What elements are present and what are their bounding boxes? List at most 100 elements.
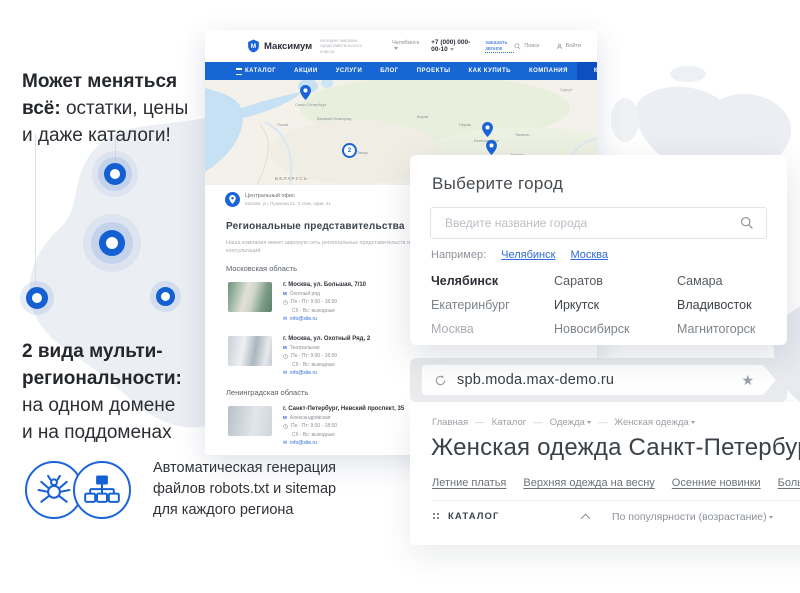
headline-line: и на поддоменах	[22, 419, 182, 446]
metro-icon: М	[283, 291, 287, 296]
city-option[interactable]: Новосибирск	[554, 322, 677, 336]
nav-item-promos[interactable]: АКЦИИ	[285, 62, 327, 80]
map-pin-icon[interactable]	[486, 140, 497, 155]
city-search-box[interactable]	[430, 207, 767, 239]
header-search[interactable]: Поиск	[514, 43, 539, 50]
mail-icon: ✉	[283, 440, 287, 446]
map-city-label: Тюмень	[515, 132, 530, 137]
office-email[interactable]: info@site.ru	[290, 370, 317, 376]
office-hours: Пн - Пт: 9:00 - 18:00	[291, 299, 337, 305]
clock-icon	[283, 300, 288, 305]
sitemap-icon	[73, 461, 131, 519]
map-cluster-badge[interactable]: 2	[342, 143, 357, 158]
city-option[interactable]: Москва	[431, 322, 554, 336]
headline-mutability: Может меняться всё: остатки, цены и даже…	[22, 68, 188, 149]
example-city-link[interactable]: Москва	[570, 249, 608, 261]
office-address: г. Санкт-Петербург, Невский проспект, 35	[283, 406, 404, 412]
feature-text-line: Автоматическая генерация	[153, 458, 336, 479]
office-hours: Сб - Вс: выходные	[292, 362, 370, 368]
refresh-icon[interactable]	[434, 374, 447, 387]
office-metro: Театральная	[290, 345, 320, 351]
nav-item-contacts[interactable]: КОНТАКТЫ	[577, 62, 597, 80]
callback-link[interactable]: заказать звонок	[485, 40, 514, 53]
nav-item-projects[interactable]: ПРОЕКТЫ	[408, 62, 460, 80]
feature-text-line: для каждого региона	[153, 500, 336, 521]
tagline-line: представительского класса	[320, 43, 362, 54]
map-pin-icon[interactable]	[482, 122, 493, 137]
map-city-label: Пермь	[459, 122, 471, 127]
city-selector[interactable]: Челябинск	[392, 40, 419, 52]
office-address: г. Москва, ул. Охотный Ряд, 2	[283, 336, 370, 342]
address-bar[interactable]: spb.moda.max-demo.ru ★	[422, 365, 776, 395]
office-email[interactable]: info@site.ru	[290, 440, 317, 446]
chevron-up-icon[interactable]	[581, 514, 591, 524]
central-office-contact: Центральный офис Москва, ул. Пушкина 21,…	[225, 192, 331, 207]
city-search-input[interactable]	[443, 215, 740, 231]
map-country-label: БЕЛАРУСЬ	[275, 176, 308, 181]
breadcrumb-link[interactable]: Главная	[432, 417, 468, 428]
map-city-label: Псков	[277, 122, 288, 127]
city-grid: Челябинск Саратов Самара Екатеринбург Ир…	[431, 274, 787, 336]
headline-line: региональности:	[22, 368, 182, 389]
tag-link[interactable]: Осенние новинки	[672, 477, 761, 489]
grid-view-icon[interactable]	[432, 512, 441, 521]
city-option[interactable]: Владивосток	[677, 298, 787, 312]
office-photo	[228, 282, 272, 312]
breadcrumb-separator: —	[598, 417, 608, 428]
city-option[interactable]: Самара	[677, 274, 787, 288]
office-address: г. Москва, ул. Большая, 7/10	[283, 282, 366, 288]
examples-label: Например:	[431, 249, 486, 261]
office-hours: Пн - Пт: 9:00 - 18:00	[291, 423, 337, 429]
map-pin-icon[interactable]	[300, 85, 311, 100]
metro-icon: М	[283, 345, 287, 350]
example-city-link[interactable]: Челябинск	[501, 249, 555, 261]
login-button[interactable]: Войти	[556, 43, 581, 50]
office-metro: Александровская	[290, 415, 331, 421]
nav-item-blog[interactable]: БЛОГ	[371, 62, 407, 80]
catalog-toolbar: КАТАЛОГ По популярности (возрастание)	[432, 510, 800, 524]
tag-link[interactable]: Верхняя одежда на весну	[523, 477, 654, 489]
sort-dropdown[interactable]: По популярности (возрастание)	[612, 511, 773, 523]
search-icon[interactable]	[740, 216, 754, 230]
city-option[interactable]: Иркутск	[554, 298, 677, 312]
choose-city-modal: Выберите город Например: Челябинск Москв…	[410, 155, 787, 345]
nav-item-company[interactable]: КОМПАНИЯ	[520, 62, 577, 80]
headline-line-rest: остатки, цены	[61, 98, 189, 119]
city-option[interactable]: Саратов	[554, 274, 677, 288]
office-label: Центральный офис	[245, 193, 331, 199]
site-header: М Максимум интернет-магазин представител…	[205, 30, 597, 62]
city-examples: Например: Челябинск Москва	[431, 249, 787, 261]
site-logo[interactable]: М Максимум	[247, 39, 312, 53]
nav-item-services[interactable]: УСЛУГИ	[327, 62, 372, 80]
office-metro: Охотный ряд	[290, 291, 320, 297]
pin-icon	[225, 192, 240, 207]
header-phone[interactable]: +7 (000) 000-00-10	[431, 39, 475, 53]
office-photo	[228, 406, 272, 436]
office-hours: Сб - Вс: выходные	[292, 308, 366, 314]
hamburger-icon	[236, 68, 242, 75]
logo-shield-icon: М	[247, 39, 260, 53]
tag-links: Летние платья Верхняя одежда на весну Ос…	[432, 477, 800, 489]
nav-item-catalog[interactable]: КАТАЛОГ	[227, 62, 285, 80]
map-city-label: Великий Новгород	[317, 116, 351, 121]
city-option[interactable]: Челябинск	[431, 274, 554, 288]
map-city-label: Санкт-Петербург	[295, 102, 326, 107]
breadcrumb-link[interactable]: Одежда	[550, 417, 591, 428]
headline-line: 2 вида мульти-	[22, 341, 163, 362]
tag-link[interactable]: Большие размеры	[778, 477, 800, 489]
office-email[interactable]: info@site.ru	[290, 316, 317, 322]
headline-line-bold: всё:	[22, 98, 61, 119]
catalog-label[interactable]: КАТАЛОГ	[448, 511, 500, 522]
city-option[interactable]: Магнитогорск	[677, 322, 787, 336]
nav-item-how-to-buy[interactable]: КАК КУПИТЬ	[459, 62, 519, 80]
mail-icon: ✉	[283, 370, 287, 376]
city-option[interactable]: Екатеринбург	[431, 298, 554, 312]
breadcrumb-link[interactable]: Каталог	[492, 417, 527, 428]
bookmark-star-icon[interactable]: ★	[741, 373, 754, 387]
caret-down-icon	[587, 421, 591, 424]
breadcrumb-link[interactable]: Женская одежда	[614, 417, 694, 428]
tag-link[interactable]: Летние платья	[432, 477, 506, 489]
breadcrumb-separator: —	[475, 417, 485, 428]
map-city-label: Сургут	[560, 87, 572, 92]
browser-url-strip: spb.moda.max-demo.ru ★	[410, 358, 787, 402]
